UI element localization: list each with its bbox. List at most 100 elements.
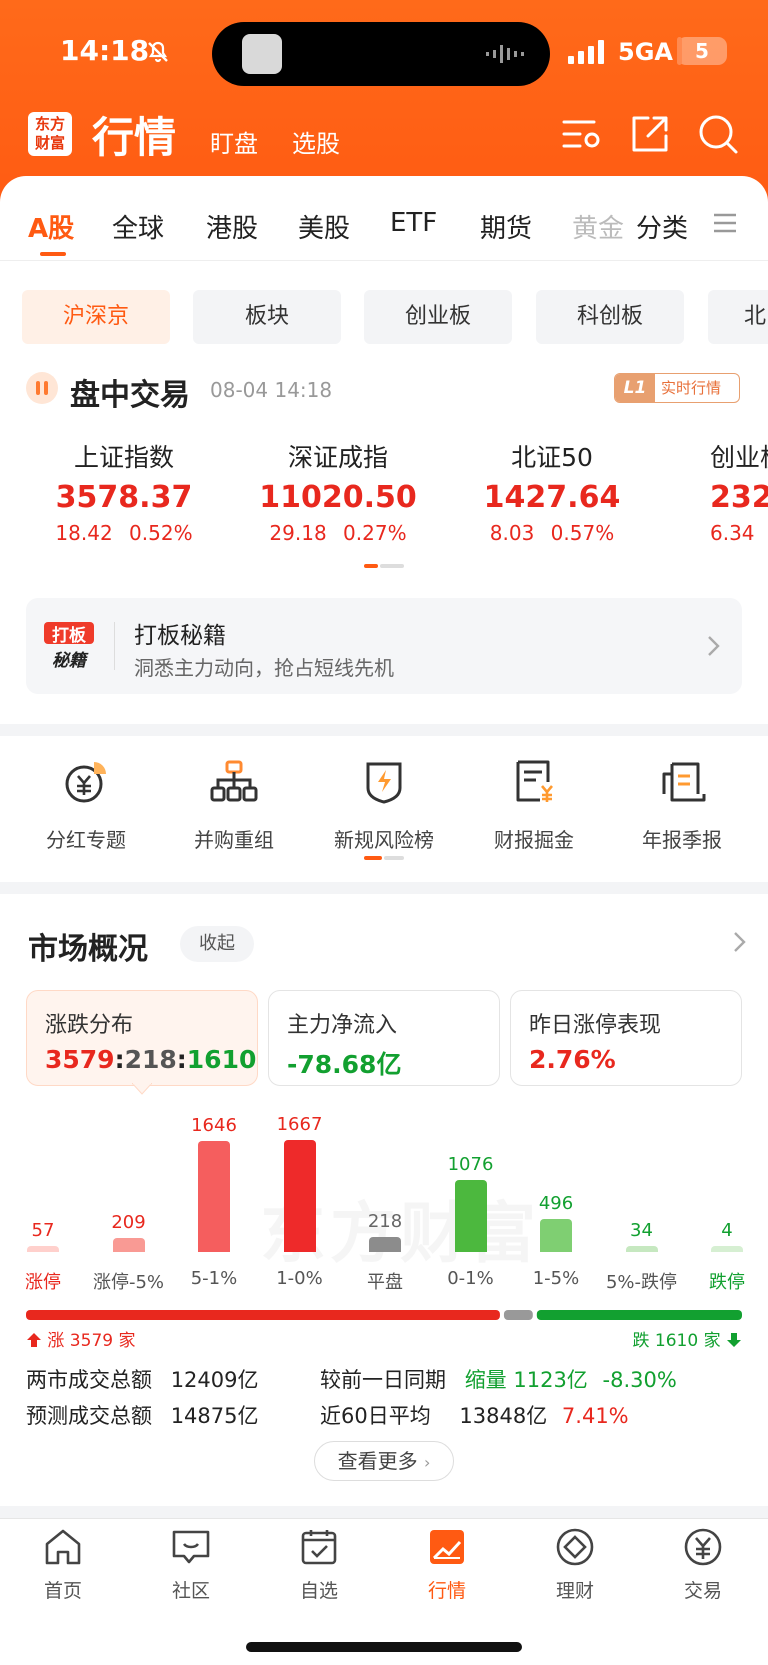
tab-gold[interactable]: 黄金 <box>572 208 624 245</box>
tab-stock-picker[interactable]: 选股 <box>292 124 340 159</box>
total-volume-label: 两市成交总额 <box>26 1368 152 1392</box>
promo-divider <box>114 622 115 670</box>
index-name: 北证50 <box>511 443 593 472</box>
bar-value-label: 1667 <box>276 1114 323 1135</box>
stat-main-net-inflow[interactable]: 主力净流入 -78.68亿 <box>268 990 500 1086</box>
shortcut-report-mining[interactable]: 财报掘金 <box>464 758 604 853</box>
nav-label: 首页 <box>43 1580 82 1602</box>
bar-3 <box>283 1140 316 1252</box>
share-icon[interactable] <box>628 112 672 156</box>
index-value: 1427.64 <box>483 480 621 515</box>
view-more-button[interactable]: 查看更多 › <box>314 1441 454 1481</box>
shortcut-annual-report[interactable]: 年报季报 <box>612 758 752 853</box>
tab-watch[interactable]: 盯盘 <box>210 124 258 159</box>
arrow-up-icon <box>27 1333 41 1347</box>
page-title: 行情 <box>92 113 177 162</box>
market-icon <box>430 1530 464 1564</box>
index-value: 3578.37 <box>55 480 193 515</box>
chip-chinext[interactable]: 创业板 <box>364 290 512 344</box>
dynamic-island <box>212 22 550 86</box>
avg-60d-value: 13848亿 <box>459 1404 548 1428</box>
view-more-label: 查看更多 <box>337 1449 418 1473</box>
flat-count: 218 <box>124 1045 177 1074</box>
settings-filter-icon[interactable] <box>560 112 604 156</box>
l1-realtime-badge[interactable]: L1 实时行情 <box>614 373 740 403</box>
market-tabs: A股 全球 港股 美股 ETF 期货 黄金 分类 <box>0 196 768 260</box>
bar-value-label: 4 <box>721 1220 733 1241</box>
ratio-flat-segment <box>503 1310 533 1320</box>
nav-label: 自选 <box>299 1580 338 1602</box>
stat-value: -78.68亿 <box>287 1050 402 1079</box>
bar-7 <box>625 1246 658 1252</box>
shortcut-risk-list[interactable]: 新规风险榜 <box>314 758 454 853</box>
bar-0 <box>27 1246 59 1252</box>
category-label: 跌停 <box>709 1272 745 1293</box>
bell-mute-icon <box>148 41 168 63</box>
up-count: 3579 <box>45 1045 115 1074</box>
chip-shanghai-shenzhen-beijing[interactable]: 沪深京 <box>22 290 170 344</box>
chip-beijing[interactable]: 北 <box>708 290 768 344</box>
shortcut-label: 并购重组 <box>194 828 274 852</box>
avg-60d-row: 近60日平均 13848亿 7.41% <box>320 1400 629 1430</box>
index-chinext[interactable]: 创业板 2328 6.34 <box>666 438 768 545</box>
l1-mark: L1 <box>615 374 655 402</box>
bar-value-label: 209 <box>111 1211 146 1233</box>
nav-wealth[interactable]: 理财 <box>520 1526 630 1603</box>
ratio-down-segment <box>536 1310 742 1320</box>
tab-us[interactable]: 美股 <box>298 208 350 245</box>
tab-category[interactable]: 分类 <box>636 208 688 245</box>
index-bse50[interactable]: 北证50 1427.64 8.03 0.57% <box>452 438 652 545</box>
tab-hk[interactable]: 港股 <box>206 208 258 245</box>
watchlist-icon <box>301 1530 337 1565</box>
community-icon <box>172 1530 210 1564</box>
menu-icon[interactable] <box>712 210 738 236</box>
stat-label: 涨跌分布 <box>45 1013 134 1038</box>
nav-trade[interactable]: 交易 <box>648 1526 758 1603</box>
chevron-right-icon[interactable] <box>732 930 748 954</box>
live-trading-icon <box>26 372 58 404</box>
promo-subtitle: 洞悉主力动向，抢占短线先机 <box>134 656 394 680</box>
chip-star-market[interactable]: 科创板 <box>536 290 684 344</box>
nav-market[interactable]: 行情 <box>392 1526 502 1603</box>
nav-watchlist[interactable]: 自选 <box>264 1526 374 1603</box>
stat-label: 主力净流入 <box>287 1013 398 1038</box>
index-shanghai[interactable]: 上证指数 3578.37 18.42 0.52% <box>24 438 224 545</box>
wealth-icon <box>556 1528 594 1566</box>
stat-yesterday-limit-up[interactable]: 昨日涨停表现 2.76% <box>510 990 742 1086</box>
stat-advance-decline[interactable]: 涨跌分布 3579:218:1610 <box>26 990 258 1086</box>
chevron-right-icon <box>708 636 720 656</box>
index-page-indicator <box>364 564 404 568</box>
shortcut-merger[interactable]: 并购重组 <box>164 758 304 853</box>
dividend-icon <box>65 762 106 803</box>
arrow-down-icon <box>727 1333 741 1347</box>
promo-banner[interactable]: 打板 秘籍 打板秘籍 洞悉主力动向，抢占短线先机 <box>26 598 742 694</box>
shortcut-dividend[interactable]: 分红专题 <box>16 758 156 853</box>
app-logo[interactable]: 东方财富 <box>28 112 72 156</box>
nav-home[interactable]: 首页 <box>8 1526 118 1603</box>
live-session-time: 08-04 14:18 <box>210 378 333 402</box>
promo-icon-top: 打板 <box>52 626 86 646</box>
bar-8 <box>711 1246 743 1252</box>
nav-label: 社区 <box>171 1580 210 1602</box>
nav-community[interactable]: 社区 <box>136 1526 246 1603</box>
forecast-volume-label: 预测成交总额 <box>26 1404 152 1428</box>
shortcut-page-indicator <box>364 856 404 860</box>
tab-underline <box>40 252 66 256</box>
selected-pointer <box>132 1083 152 1095</box>
market-overview-title: 市场概况 <box>28 932 148 967</box>
index-name: 创业板 <box>710 443 768 472</box>
bar-6 <box>540 1218 572 1252</box>
search-icon[interactable] <box>696 112 740 156</box>
chip-sector[interactable]: 板块 <box>193 290 341 344</box>
ratio-separator: : <box>114 1045 125 1074</box>
promo-icon-bottom: 秘籍 <box>52 651 86 671</box>
tab-etf[interactable]: ETF <box>390 208 437 238</box>
bar-value-label: 496 <box>538 1192 574 1214</box>
live-session-title: 盘中交易 <box>70 378 190 413</box>
collapse-button[interactable]: 收起 <box>180 926 254 962</box>
index-shenzhen[interactable]: 深证成指 11020.50 29.18 0.27% <box>238 438 438 545</box>
tab-futures[interactable]: 期货 <box>480 208 532 245</box>
tab-a-share[interactable]: A股 <box>28 208 74 245</box>
bar-2 <box>198 1141 230 1252</box>
tab-global[interactable]: 全球 <box>112 208 164 245</box>
